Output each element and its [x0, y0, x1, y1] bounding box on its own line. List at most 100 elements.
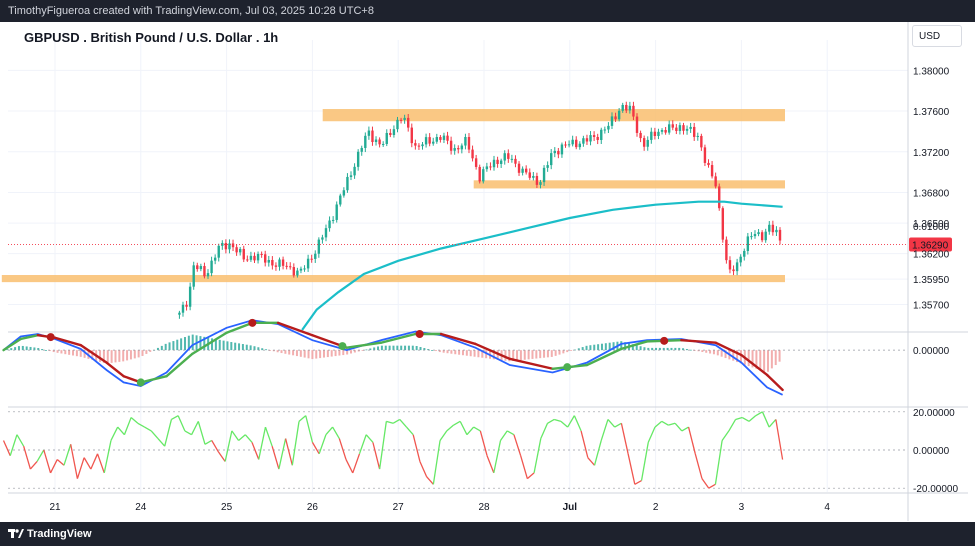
osc-line-segment [345, 459, 354, 474]
macd-histogram-bar [705, 350, 708, 353]
chart-svg[interactable]: 1.362901.380001.376001.372001.368001.365… [0, 0, 975, 546]
candle-body [474, 158, 478, 167]
macd-cross-up-dot-2 [563, 363, 572, 372]
osc-line-segment [63, 444, 72, 466]
osc-line-segment [741, 416, 750, 422]
osc-line-segment [96, 453, 105, 474]
macd-histogram-bar [766, 350, 769, 372]
macd-histogram-bar [183, 337, 186, 351]
candle-body [274, 265, 278, 267]
candle-body [439, 137, 442, 140]
sr-zone-2 [1, 275, 785, 283]
macd-histogram-bar [280, 350, 283, 354]
candle-body [650, 131, 653, 140]
osc-line-segment [573, 415, 582, 432]
osc-line-segment [318, 434, 327, 455]
macd-histogram-bar [581, 347, 584, 351]
candle-body [521, 168, 524, 173]
macd-cross-down-dot-1 [248, 318, 257, 327]
macd-histogram-bar [41, 349, 44, 351]
candle-body [249, 255, 253, 260]
macd-histogram-bar [415, 346, 418, 351]
macd-histogram-bar [338, 350, 341, 356]
candle-body [231, 243, 235, 248]
osc-line-segment [9, 434, 18, 456]
osc-line-segment [728, 419, 737, 432]
candle-body [578, 143, 582, 148]
candle-body [246, 259, 249, 261]
chart-title: GBPUSD . British Pound / U.S. Dollar . 1… [24, 30, 279, 45]
macd-histogram-bar [299, 350, 302, 357]
macd-histogram-bar [79, 350, 82, 357]
macd-histogram-bar [685, 348, 688, 351]
osc-line-segment [634, 479, 642, 485]
macd-histogram-bar [527, 350, 530, 360]
macd-histogram-bar [29, 346, 32, 351]
macd-histogram-bar [14, 347, 17, 351]
osc-line-segment [76, 457, 85, 479]
osc-line-segment [486, 455, 495, 474]
candle-body [510, 158, 514, 160]
candle-body [664, 129, 667, 133]
macd-histogram-bar [570, 350, 573, 351]
candle-body [353, 166, 356, 176]
macd-histogram-bar [21, 345, 24, 351]
macd-histogram-bar [164, 343, 167, 351]
macd-histogram-bar [604, 343, 607, 351]
candle-body [339, 195, 342, 205]
candle-body [292, 267, 296, 276]
osc-line-segment [748, 415, 757, 422]
bottom-bar: TradingView [0, 522, 975, 546]
time-tick-label-2: 25 [221, 502, 233, 513]
macd-cross-down-dot-0 [46, 333, 55, 342]
currency-button[interactable]: USD [912, 25, 962, 47]
macd-tick-label-0: 0.01000 [913, 222, 950, 233]
osc-line-segment [600, 419, 609, 441]
moving-average-line [301, 200, 783, 331]
candle-body [642, 138, 646, 147]
candle-body [775, 229, 778, 233]
macd-histogram-bar [461, 350, 464, 356]
macd-histogram-bar [350, 350, 353, 354]
osc-line-segment [29, 461, 38, 470]
osc-line-segment [184, 430, 192, 436]
osc-line-segment [49, 459, 58, 474]
candle-body [449, 140, 453, 151]
osc-line-segment [211, 440, 219, 453]
osc-line-segment [520, 455, 528, 479]
macd-histogram-bar [392, 345, 395, 351]
macd-histogram-bar [311, 350, 314, 360]
osc-line-segment [291, 421, 300, 466]
macd-histogram-bar [330, 350, 333, 357]
macd-histogram-bar [261, 348, 264, 351]
macd-histogram-bar [44, 350, 47, 351]
candle-body [457, 148, 460, 150]
candle-body [374, 139, 378, 143]
macd-histogram-bar [238, 343, 241, 351]
candle-body [732, 269, 735, 272]
macd-histogram-bar [651, 347, 654, 351]
macd-histogram-bar [400, 345, 403, 351]
osc-line-segment [493, 440, 502, 474]
macd-signal-segment [680, 339, 717, 344]
candle-body [735, 262, 739, 272]
macd-signal-segment [345, 341, 383, 349]
macd-cross-up-dot-0 [136, 378, 145, 387]
macd-histogram-bar [384, 345, 387, 351]
candle-body [485, 166, 489, 170]
macd-histogram-bar [110, 350, 113, 363]
osc-line-segment [412, 434, 421, 462]
candle-body [392, 129, 396, 136]
candle-body [517, 163, 521, 173]
candle-body [389, 132, 392, 136]
osc-line-segment [358, 434, 367, 455]
candle-body [703, 147, 707, 163]
candle-body [589, 135, 592, 142]
candle-body [210, 260, 213, 274]
candle-body [410, 127, 413, 144]
candle-body [553, 150, 556, 154]
osc-line-segment [567, 415, 575, 428]
macd-histogram-bar [230, 342, 233, 351]
macd-signal-segment [508, 357, 554, 370]
osc-line-segment [399, 419, 407, 428]
